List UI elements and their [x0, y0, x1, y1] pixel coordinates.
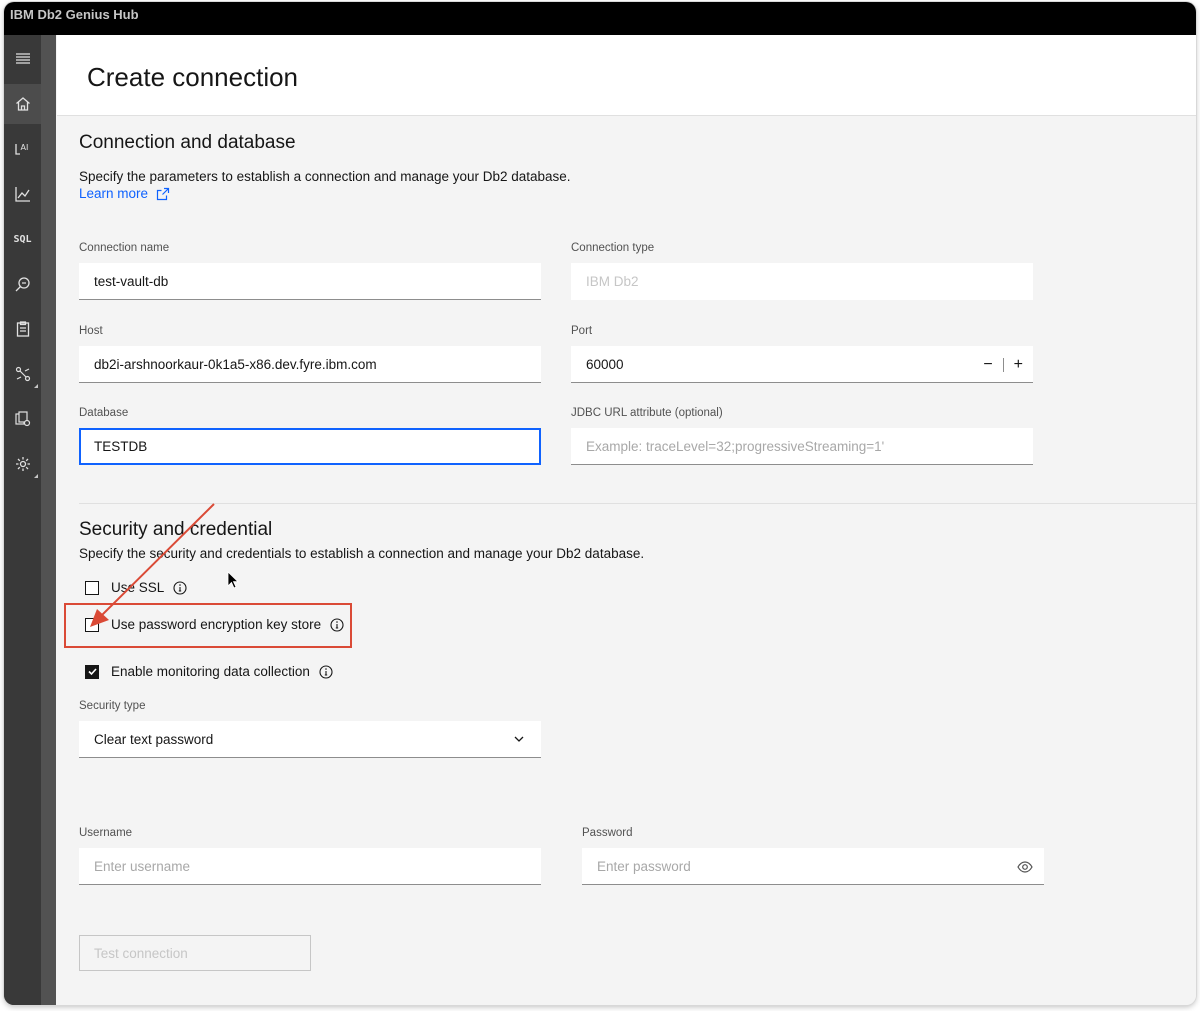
- chevron-down-icon: [514, 736, 524, 742]
- host-input[interactable]: db2i-arshnoorkaur-0k1a5-x86.dev.fyre.ibm…: [79, 346, 541, 383]
- connection-section-title: Connection and database: [79, 132, 296, 153]
- jdbc-label: JDBC URL attribute (optional): [571, 407, 723, 419]
- security-type-select[interactable]: Clear text password: [79, 721, 541, 758]
- connection-name-input[interactable]: test-vault-db: [79, 263, 541, 300]
- monitoring-checkbox-row[interactable]: Enable monitoring data collection: [85, 664, 333, 679]
- sql-icon[interactable]: SQL: [4, 219, 41, 259]
- chart-icon[interactable]: [4, 174, 41, 214]
- username-input[interactable]: Enter username: [79, 848, 541, 885]
- test-connection-label: Test connection: [94, 945, 188, 961]
- port-value: 60000: [586, 356, 624, 372]
- security-section-description: Specify the security and credentials to …: [79, 546, 645, 561]
- manage-icon[interactable]: [4, 399, 41, 439]
- hamburger-menu-icon[interactable]: [4, 39, 41, 79]
- eye-icon[interactable]: [1017, 859, 1033, 875]
- database-label: Database: [79, 407, 129, 419]
- connection-name-value: test-vault-db: [94, 273, 169, 289]
- port-decrement-button[interactable]: −: [983, 356, 992, 374]
- clipboard-icon[interactable]: [4, 309, 41, 349]
- password-input[interactable]: Enter password: [582, 848, 1044, 885]
- use-ssl-label: Use SSL: [111, 580, 165, 595]
- database-input[interactable]: TESTDB: [79, 428, 541, 465]
- sql-label: SQL: [13, 233, 32, 245]
- mouse-cursor-icon: [227, 571, 239, 589]
- connection-type-value: IBM Db2: [586, 273, 639, 289]
- section-divider: [79, 503, 1196, 504]
- connection-section-description: Specify the parameters to establish a co…: [79, 169, 571, 184]
- security-type-label: Security type: [79, 700, 146, 712]
- expand-corner: [34, 474, 38, 478]
- home-icon[interactable]: [4, 84, 41, 124]
- username-placeholder: Enter username: [94, 858, 191, 874]
- search-analyze-icon[interactable]: [4, 264, 41, 304]
- port-increment-button[interactable]: +: [1014, 356, 1023, 374]
- expand-corner: [34, 384, 38, 388]
- jdbc-placeholder: Example: traceLevel=32;progressiveStream…: [586, 438, 885, 454]
- stepper-divider: [1002, 357, 1004, 372]
- port-label: Port: [571, 325, 593, 337]
- learn-more-label: Learn more: [79, 186, 149, 201]
- sidebar-rail: AI SQL: [4, 35, 41, 1005]
- gear-icon[interactable]: [4, 444, 41, 484]
- jdbc-input[interactable]: Example: traceLevel=32;progressiveStream…: [571, 428, 1033, 465]
- app-window: IBM Db2 Genius Hub AI SQL Create connect…: [4, 2, 1196, 1005]
- port-stepper: − +: [983, 346, 1023, 383]
- sidebar: AI SQL: [4, 35, 56, 1005]
- host-value: db2i-arshnoorkaur-0k1a5-x86.dev.fyre.ibm…: [94, 356, 377, 372]
- database-value: TESTDB: [94, 439, 148, 454]
- highlight-box: [64, 603, 352, 648]
- password-label: Password: [582, 827, 633, 839]
- monitoring-label: Enable monitoring data collection: [111, 664, 310, 679]
- connection-name-label: Connection name: [79, 242, 170, 254]
- app-title: IBM Db2 Genius Hub: [10, 7, 139, 22]
- password-placeholder: Enter password: [597, 858, 691, 874]
- learn-more-link[interactable]: Learn more: [79, 186, 170, 201]
- external-link-icon: [156, 187, 170, 200]
- host-label: Host: [79, 325, 103, 337]
- info-icon[interactable]: [319, 664, 333, 679]
- username-label: Username: [79, 827, 133, 839]
- tools-icon[interactable]: [4, 354, 41, 394]
- page-header: Create connection: [57, 35, 1196, 116]
- connection-type-label: Connection type: [571, 242, 655, 254]
- ai-icon[interactable]: AI: [4, 129, 41, 169]
- main-content: Create connection Connection and databas…: [57, 35, 1196, 1005]
- security-type-value: Clear text password: [94, 731, 214, 747]
- top-bar: IBM Db2 Genius Hub: [4, 2, 1196, 35]
- svg-text:AI: AI: [20, 143, 28, 152]
- info-icon[interactable]: [173, 580, 187, 595]
- use-ssl-checkbox-row[interactable]: Use SSL: [85, 580, 187, 595]
- connection-type-field: IBM Db2: [571, 263, 1033, 300]
- page-title: Create connection: [87, 62, 299, 92]
- security-section-title: Security and credential: [79, 519, 273, 540]
- monitoring-checkbox[interactable]: [85, 664, 99, 679]
- checkmark-icon: [87, 668, 97, 676]
- test-connection-button[interactable]: Test connection: [79, 935, 311, 971]
- use-ssl-checkbox[interactable]: [85, 580, 99, 595]
- port-input[interactable]: 60000 − +: [571, 346, 1033, 383]
